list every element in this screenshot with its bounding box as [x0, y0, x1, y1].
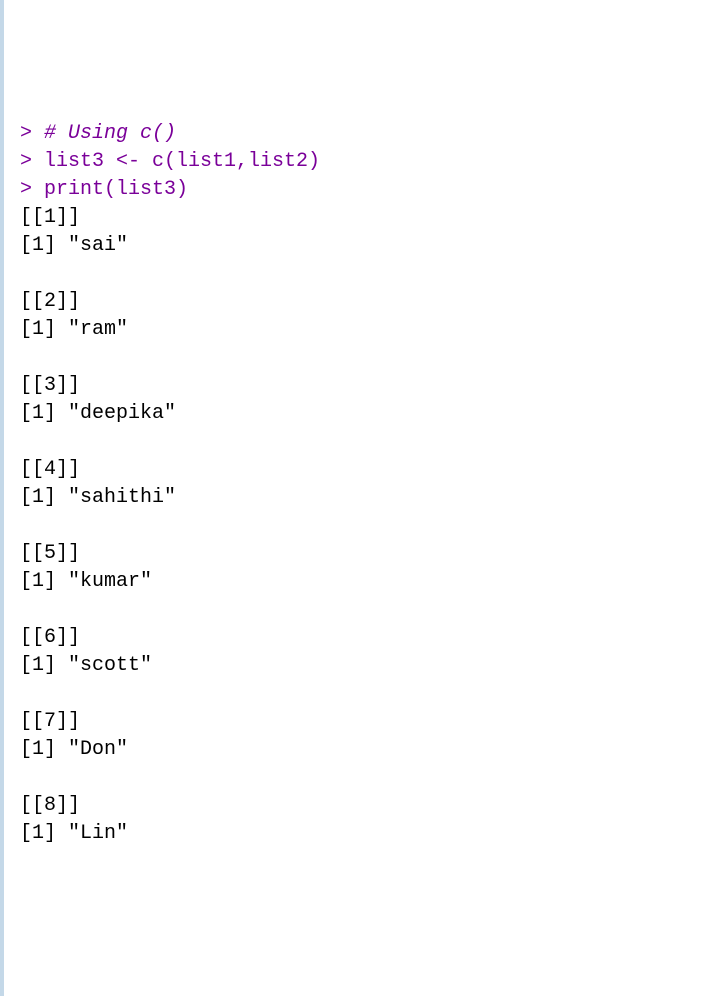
output-item-5: [[5]][1] "kumar"	[20, 540, 686, 596]
prompt: >	[20, 150, 44, 173]
r-console: > # Using c()> list3 <- c(list1,list2)> …	[20, 120, 686, 848]
code-text: list3 <- c(list1,list2)	[44, 150, 320, 173]
list-index: [[4]]	[20, 456, 686, 484]
input-line-3: > print(list3)	[20, 176, 686, 204]
prompt: >	[20, 122, 44, 145]
input-line-2: > list3 <- c(list1,list2)	[20, 148, 686, 176]
list-index: [[2]]	[20, 288, 686, 316]
list-index: [[3]]	[20, 372, 686, 400]
list-value: [1] "deepika"	[20, 400, 686, 428]
list-value: [1] "Don"	[20, 736, 686, 764]
output-item-6: [[6]][1] "scott"	[20, 624, 686, 680]
list-index: [[6]]	[20, 624, 686, 652]
list-value: [1] "sai"	[20, 232, 686, 260]
list-index: [[5]]	[20, 540, 686, 568]
list-value: [1] "kumar"	[20, 568, 686, 596]
list-index: [[1]]	[20, 204, 686, 232]
list-index: [[8]]	[20, 792, 686, 820]
output-item-4: [[4]][1] "sahithi"	[20, 456, 686, 512]
output-item-3: [[3]][1] "deepika"	[20, 372, 686, 428]
output-item-8: [[8]][1] "Lin"	[20, 792, 686, 848]
comment-text: # Using c()	[44, 122, 176, 145]
list-value: [1] "sahithi"	[20, 484, 686, 512]
list-index: [[7]]	[20, 708, 686, 736]
list-value: [1] "ram"	[20, 316, 686, 344]
input-line-1: > # Using c()	[20, 120, 686, 148]
list-value: [1] "scott"	[20, 652, 686, 680]
prompt: >	[20, 178, 44, 201]
output-item-7: [[7]][1] "Don"	[20, 708, 686, 764]
output-item-1: [[1]][1] "sai"	[20, 204, 686, 260]
list-value: [1] "Lin"	[20, 820, 686, 848]
code-text: print(list3)	[44, 178, 188, 201]
output-item-2: [[2]][1] "ram"	[20, 288, 686, 344]
